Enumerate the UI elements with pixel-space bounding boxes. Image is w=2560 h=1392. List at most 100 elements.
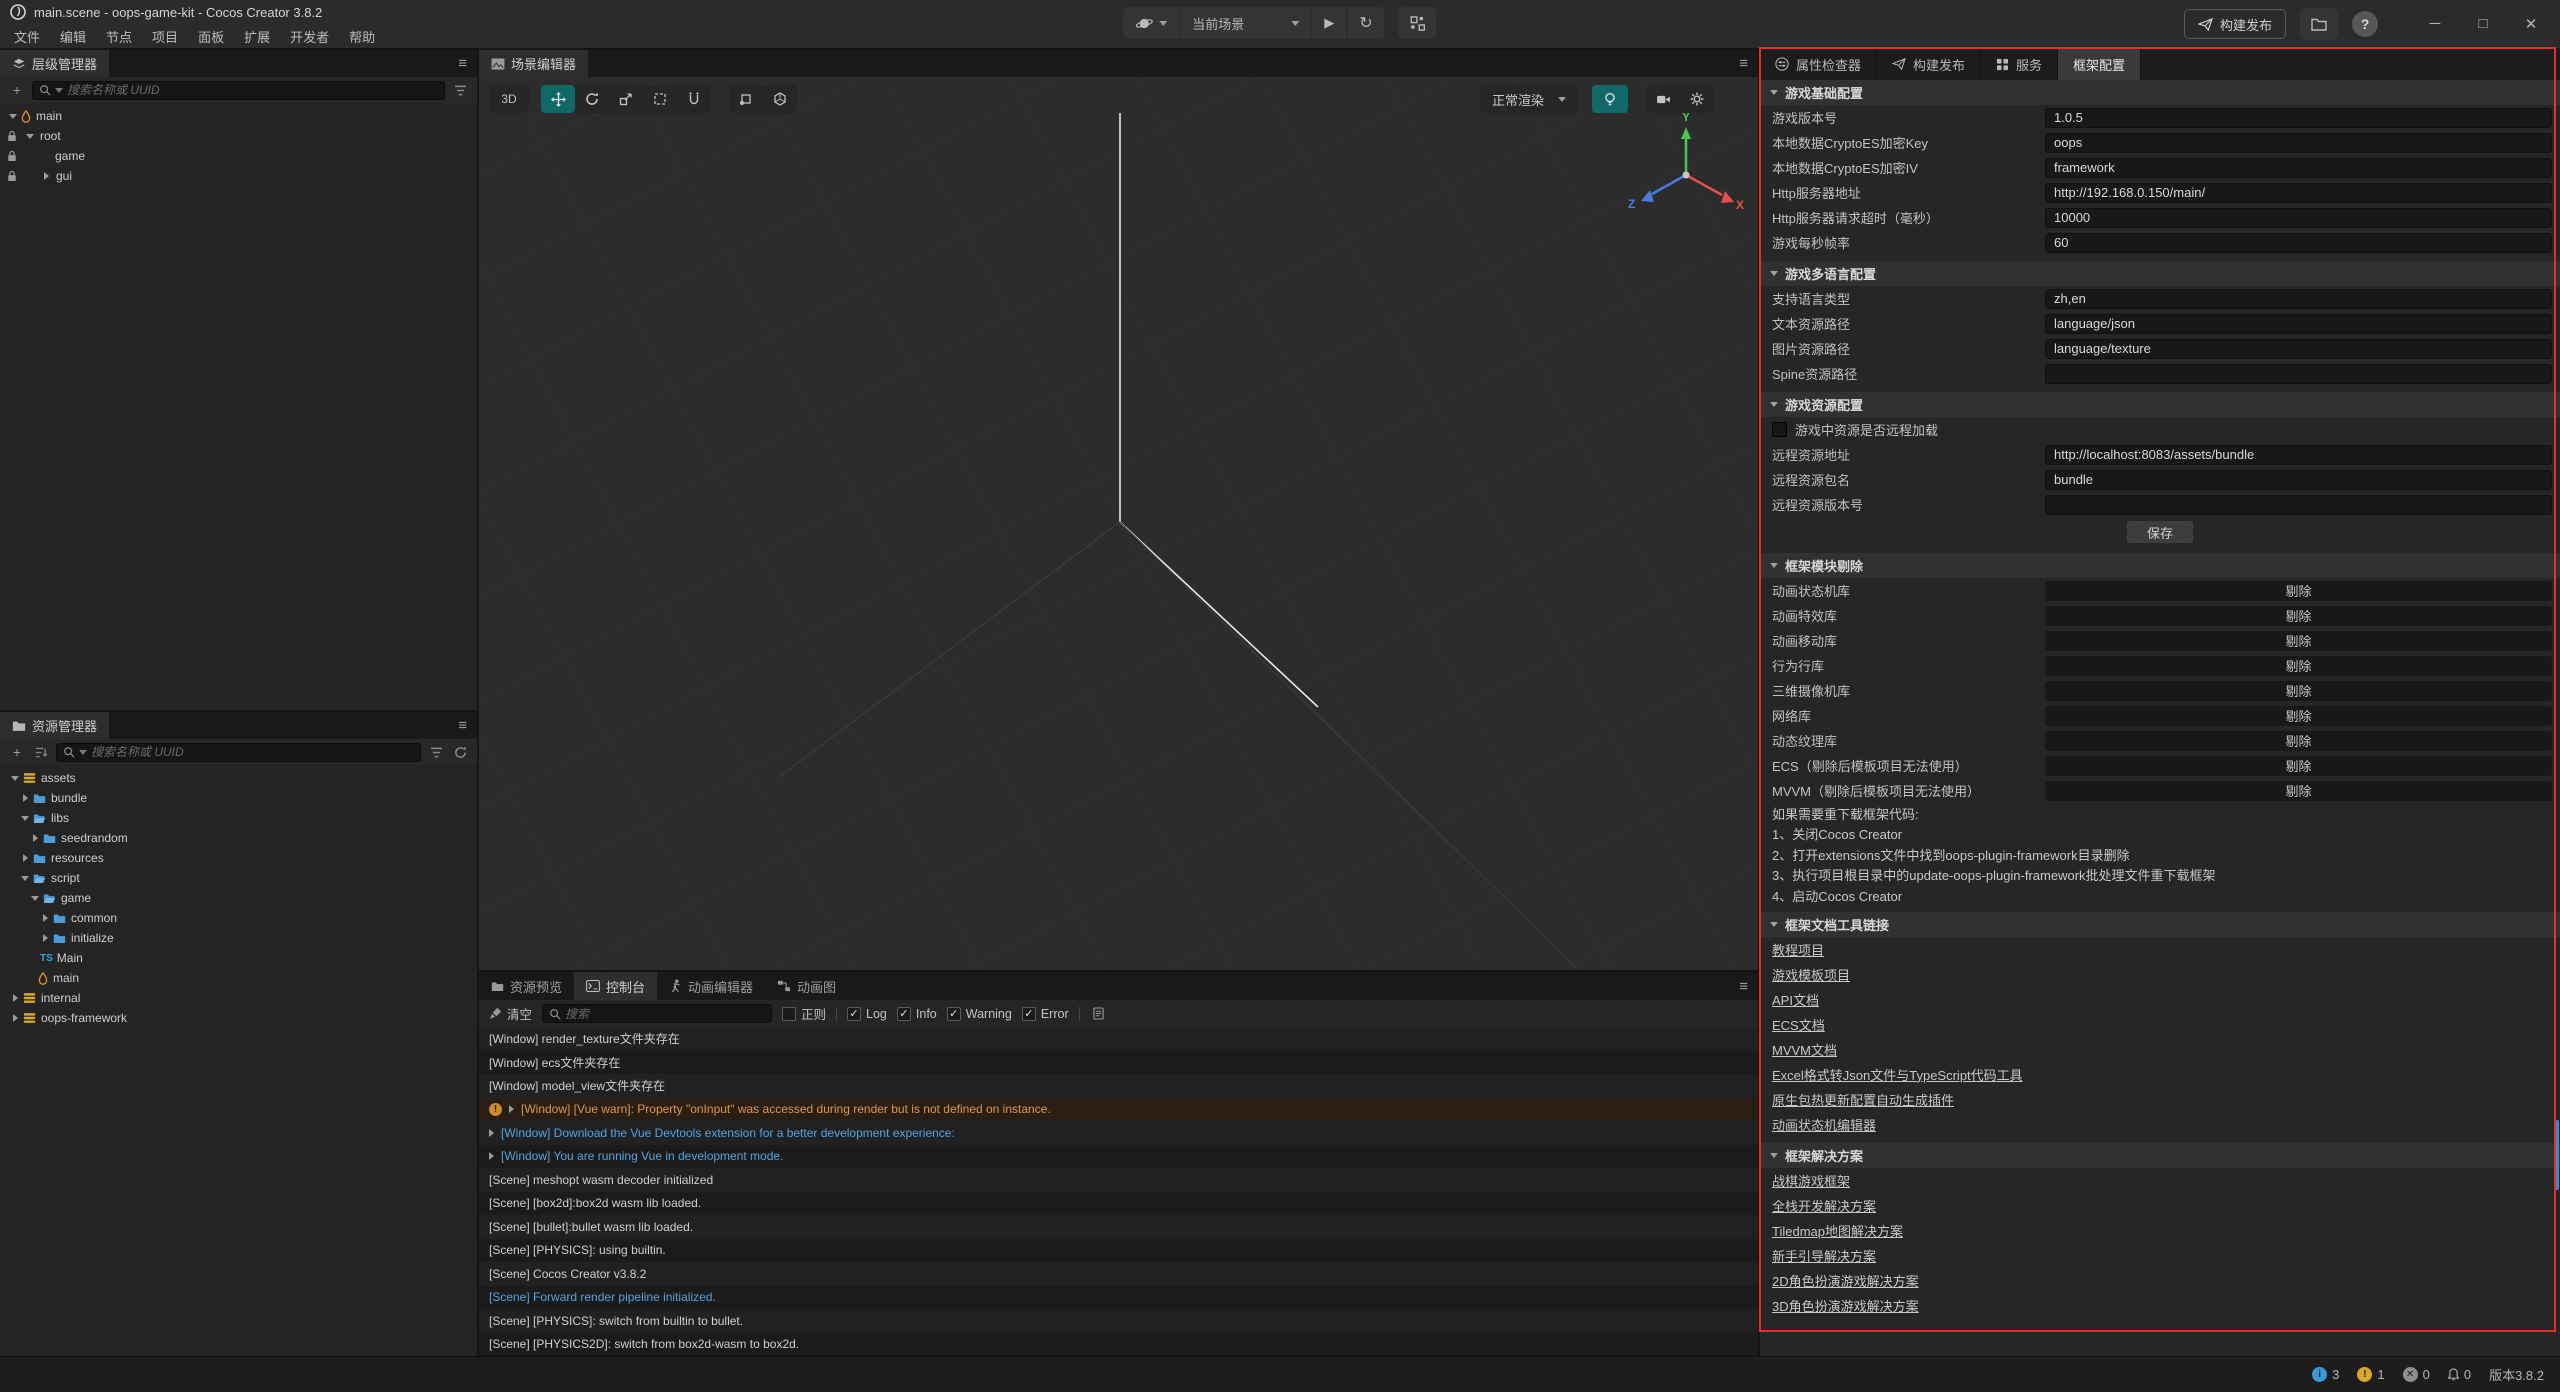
- ui-transform-tool-button[interactable]: [677, 85, 711, 113]
- play-button[interactable]: ▶: [1312, 7, 1347, 39]
- language-types-input[interactable]: [2045, 289, 2552, 309]
- assets-search-input[interactable]: [91, 745, 414, 759]
- doc-link[interactable]: MVVM文档: [1772, 1040, 1837, 1059]
- expand-chevron-icon[interactable]: [489, 1152, 494, 1160]
- solution-link[interactable]: 战棋游戏框架: [1772, 1171, 1850, 1190]
- menu-edit[interactable]: 编辑: [50, 25, 96, 48]
- maximize-button[interactable]: □: [2466, 15, 2500, 33]
- text-path-input[interactable]: [2045, 314, 2552, 334]
- coordinate-toggle-button[interactable]: [763, 85, 797, 113]
- section-header-modules[interactable]: 框架模块剔除: [1760, 553, 2560, 578]
- platform-select[interactable]: [1123, 7, 1180, 39]
- crypto-iv-input[interactable]: [2045, 158, 2552, 178]
- tab-console[interactable]: 控制台: [574, 972, 657, 1000]
- doc-link[interactable]: 游戏模板项目: [1772, 965, 1850, 984]
- hierarchy-node-root[interactable]: root: [0, 126, 477, 146]
- game-version-input[interactable]: [2045, 108, 2552, 128]
- asset-node-resources[interactable]: resources: [0, 848, 477, 868]
- render-mode-select[interactable]: 正常渲染: [1480, 85, 1578, 113]
- remote-bundle-input[interactable]: [2045, 470, 2552, 490]
- scene-select[interactable]: 当前场景: [1180, 7, 1312, 39]
- expand-chevron-icon[interactable]: [20, 876, 30, 881]
- scene-viewport[interactable]: Y X Z 3D: [479, 77, 1758, 970]
- doc-link[interactable]: 动画状态机编辑器: [1772, 1115, 1876, 1134]
- notification-badge[interactable]: 0: [2448, 1367, 2471, 1382]
- log-row[interactable]: [Scene] meshopt wasm decoder initialized: [479, 1168, 1758, 1192]
- create-node-button[interactable]: +: [8, 82, 26, 98]
- filter-icon[interactable]: [427, 747, 445, 758]
- menu-file[interactable]: 文件: [4, 25, 50, 48]
- log-row[interactable]: [Window] render_texture文件夹存在: [479, 1027, 1758, 1051]
- info-badge[interactable]: i 3: [2312, 1367, 2339, 1382]
- menu-extension[interactable]: 扩展: [234, 25, 280, 48]
- doc-link[interactable]: API文档: [1772, 990, 1819, 1009]
- log-row[interactable]: [Scene] [box2d]:box2d wasm lib loaded.: [479, 1192, 1758, 1216]
- solution-link[interactable]: 2D角色扮演游戏解决方案: [1772, 1271, 1919, 1290]
- pivot-toggle-button[interactable]: [729, 85, 763, 113]
- log-row[interactable]: [Scene] [PHYSICS]: using builtin.: [479, 1239, 1758, 1263]
- solution-link[interactable]: Tiledmap地图解决方案: [1772, 1221, 1903, 1240]
- lock-icon[interactable]: [7, 150, 17, 162]
- expand-chevron-icon[interactable]: [509, 1105, 514, 1113]
- tab-hierarchy[interactable]: 层级管理器: [0, 50, 109, 77]
- crypto-key-input[interactable]: [2045, 133, 2552, 153]
- log-row-info[interactable]: [Window] Download the Vue Devtools exten…: [479, 1121, 1758, 1145]
- asset-node-assets[interactable]: assets: [0, 768, 477, 788]
- filter-error-checkbox[interactable]: ✓ Error: [1022, 1007, 1069, 1021]
- preview-qr-button[interactable]: [1399, 7, 1437, 39]
- remove-module-button[interactable]: 剔除: [2045, 706, 2552, 726]
- hierarchy-node-gui[interactable]: gui: [0, 166, 477, 186]
- fps-input[interactable]: [2045, 233, 2552, 253]
- expand-chevron-icon[interactable]: [10, 1014, 20, 1022]
- search-type-chevron-icon[interactable]: [79, 750, 87, 755]
- menu-node[interactable]: 节点: [96, 25, 142, 48]
- save-button[interactable]: 保存: [2127, 521, 2193, 543]
- help-icon[interactable]: ?: [2352, 11, 2378, 37]
- open-project-folder-button[interactable]: [2300, 8, 2338, 40]
- asset-node-main-ts[interactable]: TS Main: [0, 948, 477, 968]
- warning-badge[interactable]: ! 1: [2357, 1367, 2384, 1382]
- tab-framework-config[interactable]: 框架配置: [2058, 48, 2141, 80]
- log-row[interactable]: [Scene] [PHYSICS2D]: switch from box2d-w…: [479, 1333, 1758, 1357]
- tab-services[interactable]: 服务: [1981, 48, 2058, 80]
- remote-url-input[interactable]: [2045, 445, 2552, 465]
- tab-property-inspector[interactable]: 属性检查器: [1760, 48, 1877, 80]
- tab-build-publish[interactable]: 构建发布: [1877, 48, 1981, 80]
- minimize-button[interactable]: ─: [2418, 15, 2452, 33]
- section-header-resources[interactable]: 游戏资源配置: [1760, 392, 2560, 417]
- build-publish-button[interactable]: 构建发布: [2184, 9, 2286, 39]
- assets-search[interactable]: [56, 743, 421, 762]
- menu-project[interactable]: 项目: [142, 25, 188, 48]
- panel-menu-icon[interactable]: ≡: [458, 717, 467, 734]
- menu-developer[interactable]: 开发者: [280, 25, 339, 48]
- log-row-info[interactable]: [Scene] Forward render pipeline initiali…: [479, 1286, 1758, 1310]
- asset-node-common[interactable]: common: [0, 908, 477, 928]
- section-header-language[interactable]: 游戏多语言配置: [1760, 261, 2560, 286]
- doc-link[interactable]: Excel格式转Json文件与TypeScript代码工具: [1772, 1065, 2023, 1084]
- remove-module-button[interactable]: 剔除: [2045, 581, 2552, 601]
- tab-asset-preview[interactable]: 资源预览: [479, 972, 574, 1000]
- expand-chevron-icon[interactable]: [20, 794, 30, 802]
- expand-chevron-icon[interactable]: [40, 934, 50, 942]
- doc-link[interactable]: 原生包热更新配置自动生成插件: [1772, 1090, 1954, 1109]
- log-row[interactable]: [Scene] [bullet]:bullet wasm lib loaded.: [479, 1215, 1758, 1239]
- doc-link[interactable]: 教程项目: [1772, 940, 1824, 959]
- expand-chevron-icon[interactable]: [20, 854, 30, 862]
- log-row[interactable]: [Scene] Cocos Creator v3.8.2: [479, 1262, 1758, 1286]
- expand-chevron-icon[interactable]: [40, 914, 50, 922]
- expand-chevron-icon[interactable]: [489, 1129, 494, 1137]
- tab-animation-editor[interactable]: 动画编辑器: [657, 972, 765, 1000]
- expand-chevron-icon[interactable]: [10, 994, 20, 1002]
- expand-chevron-icon[interactable]: [10, 776, 20, 781]
- filter-icon[interactable]: [451, 85, 469, 96]
- asset-node-libs[interactable]: libs: [0, 808, 477, 828]
- hierarchy-node-main[interactable]: main: [0, 106, 477, 126]
- filter-info-checkbox[interactable]: ✓ Info: [897, 1007, 937, 1021]
- search-type-chevron-icon[interactable]: [55, 88, 63, 93]
- scrollbar-thumb[interactable]: [2554, 1120, 2559, 1190]
- remote-load-checkbox[interactable]: [1772, 422, 1787, 437]
- hierarchy-search[interactable]: [32, 81, 445, 100]
- log-row-warning[interactable]: ! [Window] [Vue warn]: Property "onInput…: [479, 1098, 1758, 1122]
- light-toggle-button[interactable]: [1592, 85, 1628, 113]
- console-search-input[interactable]: [565, 1007, 765, 1021]
